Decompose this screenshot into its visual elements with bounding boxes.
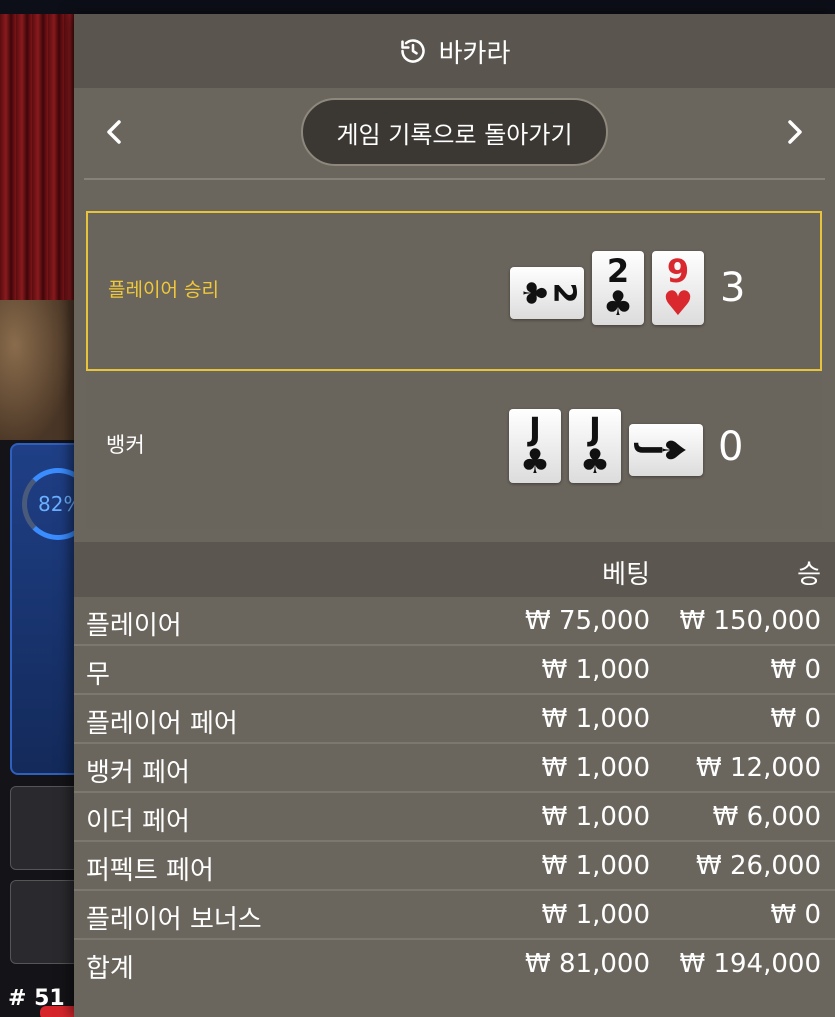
history-navigation: 게임 기록으로 돌아가기 <box>74 88 835 180</box>
history-icon <box>399 37 427 65</box>
bet-amount: ₩ 1,000 <box>541 753 650 783</box>
club-icon: ♣ <box>579 442 611 482</box>
bet-name: 무 <box>86 660 110 690</box>
card-rank: J <box>529 410 541 448</box>
bet-amount: ₩ 1,000 <box>541 802 650 832</box>
card-rank: 2 <box>606 252 630 290</box>
card-rank: J <box>589 410 601 448</box>
bet-amount: ₩ 1,000 <box>541 704 650 734</box>
banker-label: 뱅커 <box>106 433 145 457</box>
bet-column-header: 베팅 <box>602 560 650 590</box>
bet-name: 퍼펙트 페어 <box>86 856 214 886</box>
top-bar <box>0 0 835 14</box>
table-row: 플레이어 ₩ 75,000 ₩ 150,000 <box>74 597 835 646</box>
bet-amount: ₩ 1,000 <box>541 851 650 881</box>
club-icon: ♣ <box>519 442 551 482</box>
heart-icon: ♥ <box>662 284 694 324</box>
playing-card: J ♠ <box>629 424 703 476</box>
bets-table-header: 베팅 승 <box>74 542 835 597</box>
bets-table: 베팅 승 플레이어 ₩ 75,000 ₩ 150,000 무 ₩ 1,000 ₩… <box>74 542 835 989</box>
total-win-amount: ₩ 194,000 <box>679 949 822 979</box>
club-icon: ♣ <box>602 284 634 324</box>
win-amount: ₩ 150,000 <box>679 606 822 636</box>
table-row: 무 ₩ 1,000 ₩ 0 <box>74 646 835 695</box>
win-amount: ₩ 26,000 <box>696 851 821 881</box>
table-row: 뱅커 페어 ₩ 1,000 ₩ 12,000 <box>74 744 835 793</box>
bet-name: 이더 페어 <box>86 807 190 837</box>
banker-result-row: 뱅커 J ♣ J ♣ J ♠ 0 <box>86 374 822 529</box>
table-row: 이더 페어 ₩ 1,000 ₩ 6,000 <box>74 793 835 842</box>
chevron-left-icon[interactable] <box>94 110 134 154</box>
playing-card: 9 ♥ <box>652 251 704 325</box>
back-to-history-button[interactable]: 게임 기록으로 돌아가기 <box>301 98 608 166</box>
bet-amount: ₩ 1,000 <box>541 900 650 930</box>
game-history-panel: 바카라 게임 기록으로 돌아가기 플레이어 승리 ♣ 2 2 ♣ 9 ♥ 3 뱅… <box>74 14 835 1017</box>
win-amount: ₩ 0 <box>770 900 821 930</box>
table-row: 플레이어 보너스 ₩ 1,000 ₩ 0 <box>74 891 835 940</box>
table-row: 퍼펙트 페어 ₩ 1,000 ₩ 26,000 <box>74 842 835 891</box>
playing-card: ♣ 2 <box>510 267 584 319</box>
total-row: 합계 ₩ 81,000 ₩ 194,000 <box>74 940 835 989</box>
bet-amount: ₩ 75,000 <box>525 606 650 636</box>
player-win-label: 플레이어 승리 <box>108 279 219 301</box>
panel-title: 바카라 <box>438 38 511 69</box>
curtain-decoration <box>0 14 74 344</box>
bet-name: 플레이어 <box>86 611 182 641</box>
win-amount: ₩ 12,000 <box>696 753 821 783</box>
bet-name: 플레이어 페어 <box>86 709 238 739</box>
win-amount: ₩ 0 <box>770 704 821 734</box>
win-amount: ₩ 0 <box>770 655 821 685</box>
banker-score: 0 <box>718 424 744 470</box>
win-column-header: 승 <box>797 560 821 590</box>
dealer-table <box>0 300 74 450</box>
bet-name: 플레이어 보너스 <box>86 905 262 935</box>
total-label: 합계 <box>86 954 134 984</box>
bet-amount: ₩ 1,000 <box>541 655 650 685</box>
spade-icon: ♠ <box>654 435 693 465</box>
card-rank: 9 <box>666 252 690 290</box>
player-score: 3 <box>720 265 746 311</box>
playing-card: J ♣ <box>509 409 561 483</box>
total-bet-amount: ₩ 81,000 <box>525 949 650 979</box>
bet-name: 뱅커 페어 <box>86 758 190 788</box>
panel-header: 바카라 <box>74 14 835 88</box>
card-rank: 2 <box>546 282 582 304</box>
player-result-row: 플레이어 승리 ♣ 2 2 ♣ 9 ♥ 3 <box>86 211 822 371</box>
table-row: 플레이어 페어 ₩ 1,000 ₩ 0 <box>74 695 835 744</box>
divider <box>84 178 825 180</box>
win-amount: ₩ 6,000 <box>712 802 821 832</box>
playing-card: J ♣ <box>569 409 621 483</box>
playing-card: 2 ♣ <box>592 251 644 325</box>
chevron-right-icon[interactable] <box>775 110 815 154</box>
